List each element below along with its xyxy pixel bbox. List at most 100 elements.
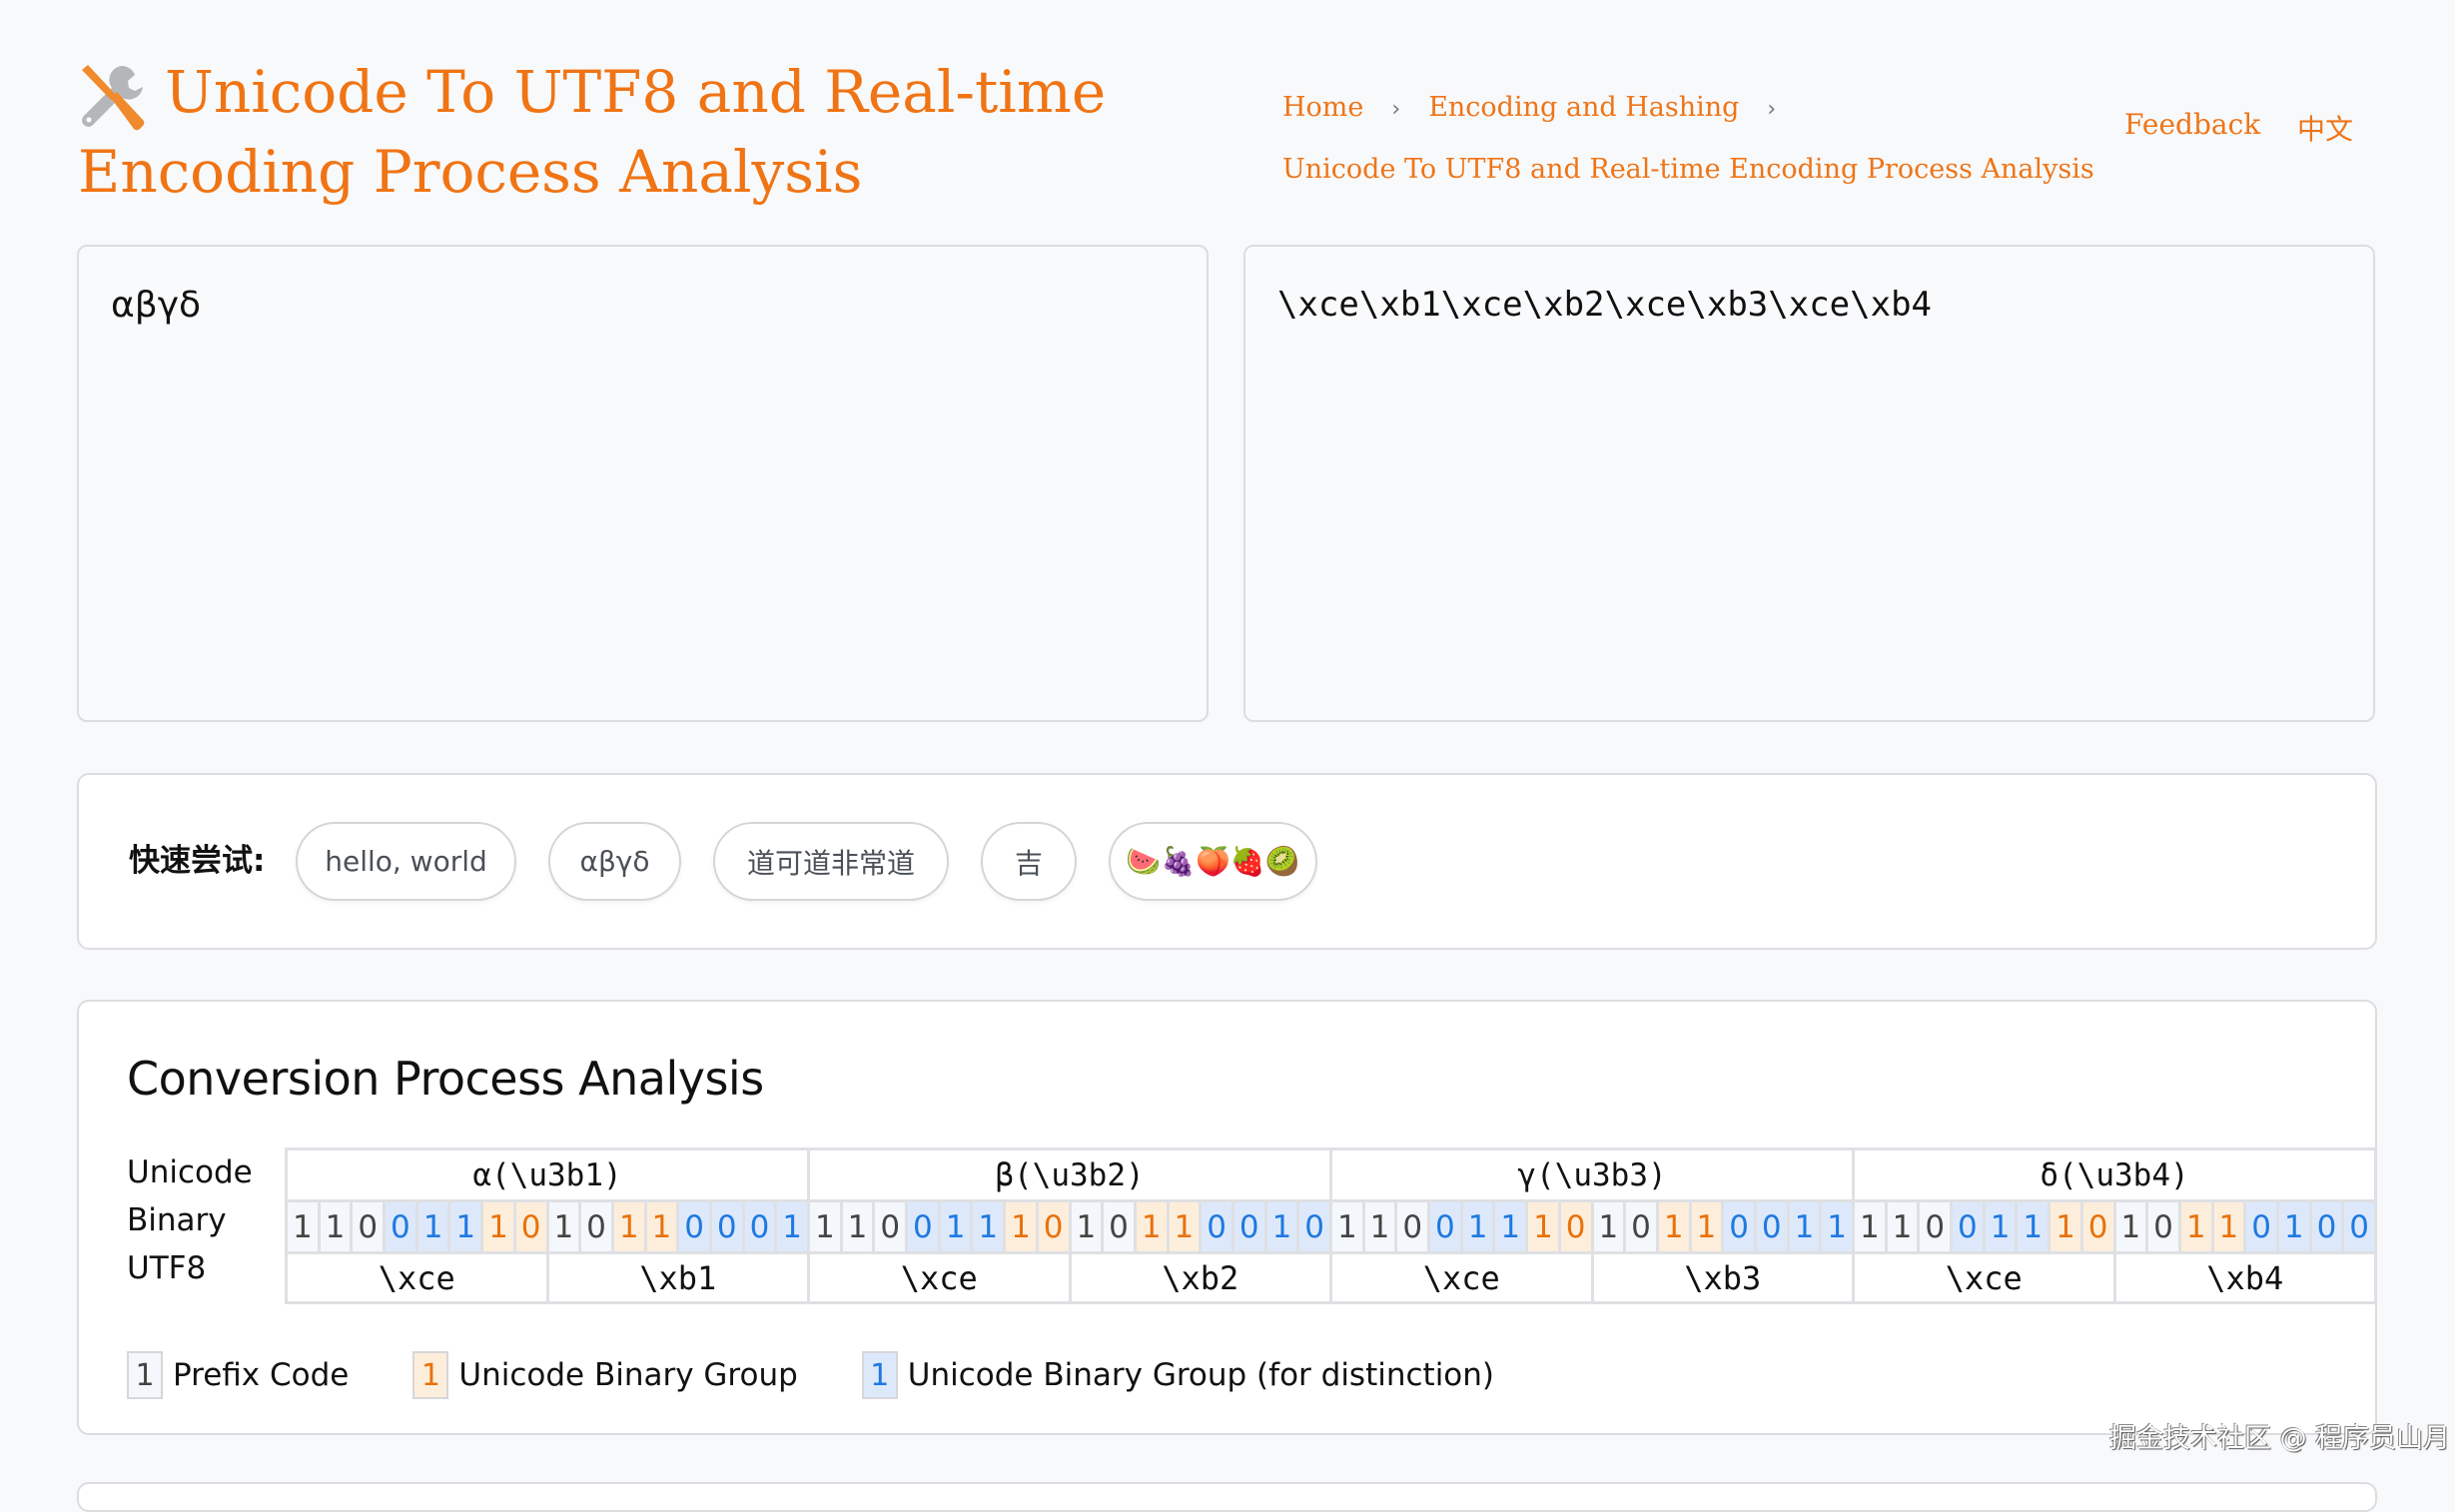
row-label-utf8: UTF8: [127, 1250, 207, 1286]
alt-group-bit: 0: [1950, 1199, 1986, 1254]
prefix-bit: 0: [1101, 1199, 1137, 1254]
quick-try-card: 快速尝试: hello, world αβγδ 道可道非常道 吉 🍉🍇🍑🍓🥝: [77, 773, 2377, 950]
legend-swatch: 1: [127, 1351, 163, 1399]
prefix-bit: 1: [1361, 1199, 1398, 1254]
alt-group-bit: 1: [447, 1199, 484, 1254]
utf8-byte-cell: \xb3: [1590, 1251, 1855, 1304]
prefix-bit: 0: [1623, 1199, 1659, 1254]
prefix-bit: 1: [1068, 1199, 1105, 1254]
unicode-input[interactable]: [79, 247, 1207, 720]
unicode-char-cell: δ(\u3b4): [1852, 1147, 2377, 1202]
alt-group-bit: 0: [1296, 1199, 1332, 1254]
alt-group-bit: 1: [1492, 1199, 1529, 1254]
alt-group-bit: 1: [414, 1199, 451, 1254]
group-bit: 1: [2210, 1199, 2247, 1254]
row-labels: Unicode Binary UTF8: [127, 1148, 253, 1292]
page-title-line2: Encoding Process Analysis: [78, 138, 863, 206]
prefix-bit: 0: [2145, 1199, 2181, 1254]
alt-group-bit: 1: [774, 1199, 810, 1254]
sample-button-chinese-phrase[interactable]: 道可道非常道: [713, 822, 949, 901]
group-bit: 1: [1003, 1199, 1039, 1254]
group-bit: 1: [1166, 1199, 1203, 1254]
utf8-byte-cell: \xce: [807, 1251, 1072, 1304]
alt-group-bit: 1: [970, 1199, 1007, 1254]
alt-group-bit: 0: [383, 1199, 418, 1254]
prefix-bit: 1: [839, 1199, 876, 1254]
alt-group-bit: 1: [1263, 1199, 1300, 1254]
utf8-byte-cell: \xb2: [1068, 1251, 1332, 1304]
prefix-bit: 1: [1590, 1199, 1627, 1254]
alt-group-bit: 1: [2015, 1199, 2051, 1254]
alt-group-bit: 0: [1753, 1199, 1790, 1254]
group-bit: 0: [1035, 1199, 1072, 1254]
watermark: 掘金技术社区 @ 程序员山月: [2109, 1423, 2451, 1454]
alt-group-bit: 1: [1459, 1199, 1496, 1254]
prefix-bit: 1: [1884, 1199, 1921, 1254]
alt-group-bit: 0: [741, 1199, 778, 1254]
row-label-binary: Binary: [127, 1202, 227, 1238]
prefix-bit: 1: [807, 1199, 843, 1254]
utf8-byte-cell: \xce: [285, 1251, 549, 1304]
alt-group-bit: 0: [676, 1199, 712, 1254]
binary-row: 1100111010110001110011101011001011001110…: [285, 1199, 2377, 1254]
prefix-bit: 0: [1394, 1199, 1431, 1254]
quick-try-label: 快速尝试:: [129, 843, 266, 879]
output-panel: [1243, 245, 2375, 722]
alt-group-bit: 0: [1230, 1199, 1267, 1254]
unicode-row: α(\u3b1) β(\u3b2) γ(\u3b3) δ(\u3b4): [285, 1147, 2377, 1202]
alt-group-bit: 0: [2341, 1199, 2377, 1254]
legend-label: Prefix Code: [173, 1357, 350, 1393]
utf8-output[interactable]: [1245, 247, 2373, 720]
group-bit: 1: [1655, 1199, 1692, 1254]
unicode-char-cell: α(\u3b1): [285, 1147, 810, 1202]
sample-button-hello-world[interactable]: hello, world: [296, 822, 516, 901]
feedback-link[interactable]: Feedback: [2124, 108, 2260, 141]
utf8-byte-cell: \xce: [1852, 1251, 2116, 1304]
breadcrumb-current-page[interactable]: Unicode To UTF8 and Real-time Encoding P…: [1282, 154, 2094, 185]
legend-item-orange: 1 Unicode Binary Group: [412, 1351, 798, 1399]
tools-icon: [78, 60, 152, 134]
chevron-right-icon: ›: [1391, 97, 1401, 122]
legend-label: Unicode Binary Group (for distinction): [907, 1357, 1495, 1393]
alt-group-bit: 1: [2275, 1199, 2312, 1254]
group-bit: 1: [2177, 1199, 2214, 1254]
row-label-unicode: Unicode: [127, 1154, 253, 1190]
prefix-bit: 1: [1852, 1199, 1888, 1254]
unicode-char-cell: β(\u3b2): [807, 1147, 1332, 1202]
page-title: Unicode To UTF8 and Real-time Encoding P…: [78, 52, 1124, 212]
legend-label: Unicode Binary Group: [458, 1357, 798, 1393]
legend-item-blue: 1 Unicode Binary Group (for distinction): [861, 1351, 1495, 1399]
legend-swatch: 1: [861, 1351, 898, 1399]
group-bit: 1: [610, 1199, 647, 1254]
prefix-bit: 0: [872, 1199, 909, 1254]
group-bit: 1: [1525, 1199, 1561, 1254]
prefix-bit: 0: [350, 1199, 387, 1254]
utf8-row: \xce \xb1 \xce \xb2 \xce \xb3 \xce \xb4: [285, 1251, 2377, 1304]
prefix-bit: 0: [1917, 1199, 1954, 1254]
encoding-table: α(\u3b1) β(\u3b2) γ(\u3b3) δ(\u3b4) 1100111…: [285, 1147, 2377, 1304]
prefix-bit: 1: [2112, 1199, 2149, 1254]
sample-button-ji[interactable]: 吉: [981, 822, 1077, 901]
group-bit: 1: [480, 1199, 516, 1254]
group-bit: 1: [2047, 1199, 2083, 1254]
group-bit: 0: [1557, 1199, 1594, 1254]
prefix-bit: 1: [545, 1199, 582, 1254]
breadcrumb-encoding-and-hashing[interactable]: Encoding and Hashing: [1428, 92, 1739, 123]
prefix-bit: 1: [317, 1199, 354, 1254]
language-switch-link[interactable]: 中文: [2297, 108, 2353, 148]
alt-group-bit: 1: [1786, 1199, 1823, 1254]
legend-item-prefix: 1 Prefix Code: [127, 1351, 349, 1399]
breadcrumb-home[interactable]: Home: [1282, 92, 1363, 123]
alt-group-bit: 0: [708, 1199, 745, 1254]
prefix-bit: 1: [1329, 1199, 1365, 1254]
utf8-byte-cell: \xb1: [545, 1251, 810, 1304]
encoding-table-scroll[interactable]: α(\u3b1) β(\u3b2) γ(\u3b3) δ(\u3b4) 1100111…: [285, 1147, 2377, 1307]
prefix-bit: 1: [285, 1199, 321, 1254]
alt-group-bit: 1: [937, 1199, 974, 1254]
section-title: Conversion Process Analysis: [127, 1052, 764, 1106]
sample-button-fruit-emoji[interactable]: 🍉🍇🍑🍓🥝: [1109, 822, 1317, 901]
alt-group-bit: 0: [2243, 1199, 2279, 1254]
alt-group-bit: 1: [1819, 1199, 1855, 1254]
alt-group-bit: 0: [2308, 1199, 2345, 1254]
sample-button-greek[interactable]: αβγδ: [548, 822, 681, 901]
